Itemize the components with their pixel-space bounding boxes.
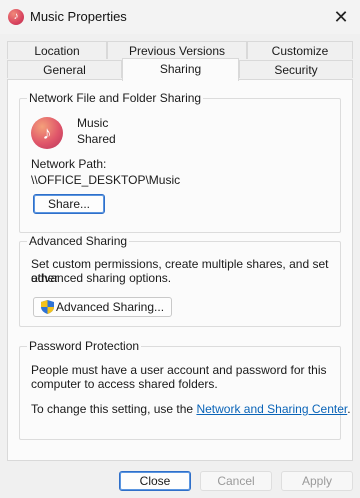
tab-sharing[interactable]: Sharing [122, 58, 239, 81]
music-note-icon: ♪ [8, 9, 24, 25]
change-setting-text: To change this setting, use the Network … [31, 402, 351, 416]
network-path-value: \\OFFICE_DESKTOP\Music [31, 173, 181, 187]
group-title-network-sharing: Network File and Folder Sharing [27, 91, 204, 105]
network-sharing-group: Network File and Folder Sharing ♪ Music … [19, 91, 341, 233]
close-icon[interactable]: ✕ [326, 2, 356, 32]
uac-shield-icon [40, 300, 54, 314]
group-title-password-protection: Password Protection [27, 339, 142, 353]
group-title-advanced-sharing: Advanced Sharing [27, 234, 130, 248]
network-sharing-center-link[interactable]: Network and Sharing Center [196, 402, 347, 416]
music-folder-icon: ♪ [31, 117, 63, 149]
tab-customize[interactable]: Customize [247, 41, 353, 59]
cancel-button[interactable]: Cancel [200, 471, 272, 491]
password-protection-group: Password Protection People must have a u… [19, 339, 351, 440]
network-path-label: Network Path: [31, 157, 107, 171]
title-bar: ♪ Music Properties ✕ [0, 0, 360, 34]
password-desc-1: People must have a user account and pass… [31, 363, 327, 377]
change-setting-prefix: To change this setting, use the [31, 402, 197, 416]
tab-row-top: Location Previous Versions Customize [7, 41, 353, 59]
advanced-sharing-button-label: Advanced Sharing... [55, 300, 165, 314]
tab-previous-versions[interactable]: Previous Versions [107, 41, 247, 59]
change-setting-period: . [347, 402, 351, 416]
share-button[interactable]: Share... [33, 194, 105, 214]
tab-location[interactable]: Location [7, 41, 107, 59]
advanced-sharing-group: Advanced Sharing Set custom permissions,… [19, 234, 341, 327]
tab-general[interactable]: General [7, 60, 122, 78]
close-button[interactable]: Close [119, 471, 191, 491]
apply-button[interactable]: Apply [281, 471, 353, 491]
advanced-sharing-desc-2: advanced sharing options. [31, 271, 172, 285]
share-status: Shared [77, 132, 116, 146]
password-desc-2: computer to access shared folders. [31, 377, 218, 391]
sharing-panel: Network File and Folder Sharing ♪ Music … [7, 79, 353, 461]
window-title: Music Properties [30, 9, 127, 24]
tab-security[interactable]: Security [239, 60, 353, 78]
advanced-sharing-button[interactable]: Advanced Sharing... [33, 297, 172, 317]
folder-name: Music [77, 116, 109, 130]
